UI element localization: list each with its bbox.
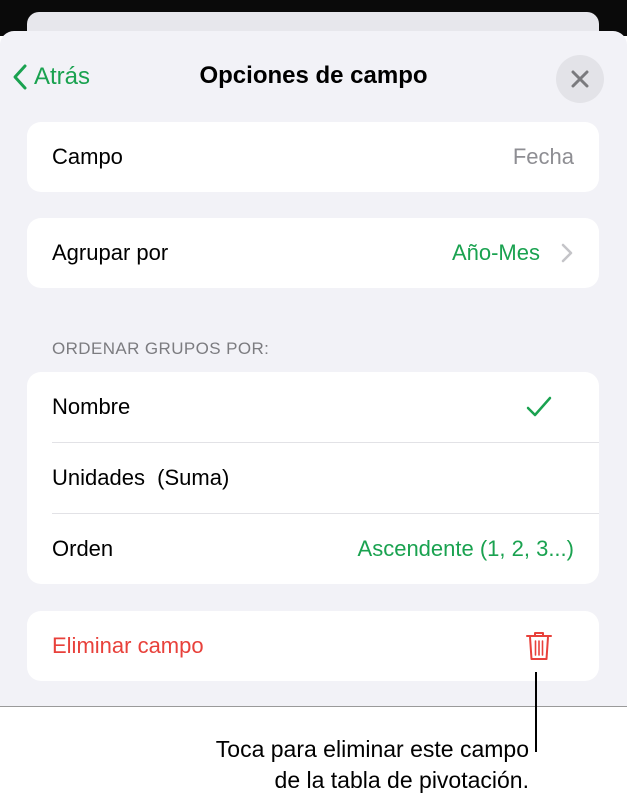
chevron-right-icon	[561, 243, 573, 263]
sort-order-label: Orden	[52, 535, 114, 561]
sort-option-name[interactable]: Nombre	[27, 372, 599, 442]
checkmark-icon	[526, 396, 552, 417]
field-value: Fecha	[512, 144, 574, 169]
close-button[interactable]	[556, 55, 604, 103]
sort-order-row[interactable]: Orden Ascendente (1, 2, 3...)	[27, 513, 599, 584]
group-by-value: Año-Mes	[451, 240, 540, 265]
delete-card: Eliminar campo	[27, 611, 599, 681]
delete-field-label: Eliminar campo	[52, 633, 204, 658]
page-title: Opciones de campo	[199, 62, 428, 89]
callout-line-1: Toca para eliminar este campo	[215, 736, 529, 762]
sort-card: Nombre Unidades (Suma) Orden Ascendente …	[27, 372, 599, 584]
callout-line-2: de la tabla de pivotación.	[274, 767, 529, 793]
delete-field-button[interactable]: Eliminar campo	[27, 611, 599, 681]
group-by-label: Agrupar por	[52, 240, 169, 265]
sort-option-name-label: Nombre	[52, 394, 131, 419]
field-card: Campo Fecha	[27, 122, 599, 192]
sort-section-header: ORDENAR GRUPOS POR:	[52, 339, 270, 358]
trash-icon	[526, 632, 552, 660]
callout-line	[535, 672, 537, 752]
sort-order-value: Ascendente (1, 2, 3...)	[357, 535, 574, 561]
field-row: Campo Fecha	[27, 122, 599, 192]
callout-text: Toca para eliminar este campo de la tabl…	[216, 734, 529, 796]
sort-option-units[interactable]: Unidades (Suma)	[27, 442, 599, 513]
group-by-row[interactable]: Agrupar por Año-Mes	[27, 218, 599, 288]
group-by-card: Agrupar por Año-Mes	[27, 218, 599, 288]
field-label: Campo	[52, 144, 123, 169]
sort-option-units-label: Unidades (Suma)	[52, 464, 230, 490]
close-icon	[571, 70, 589, 88]
